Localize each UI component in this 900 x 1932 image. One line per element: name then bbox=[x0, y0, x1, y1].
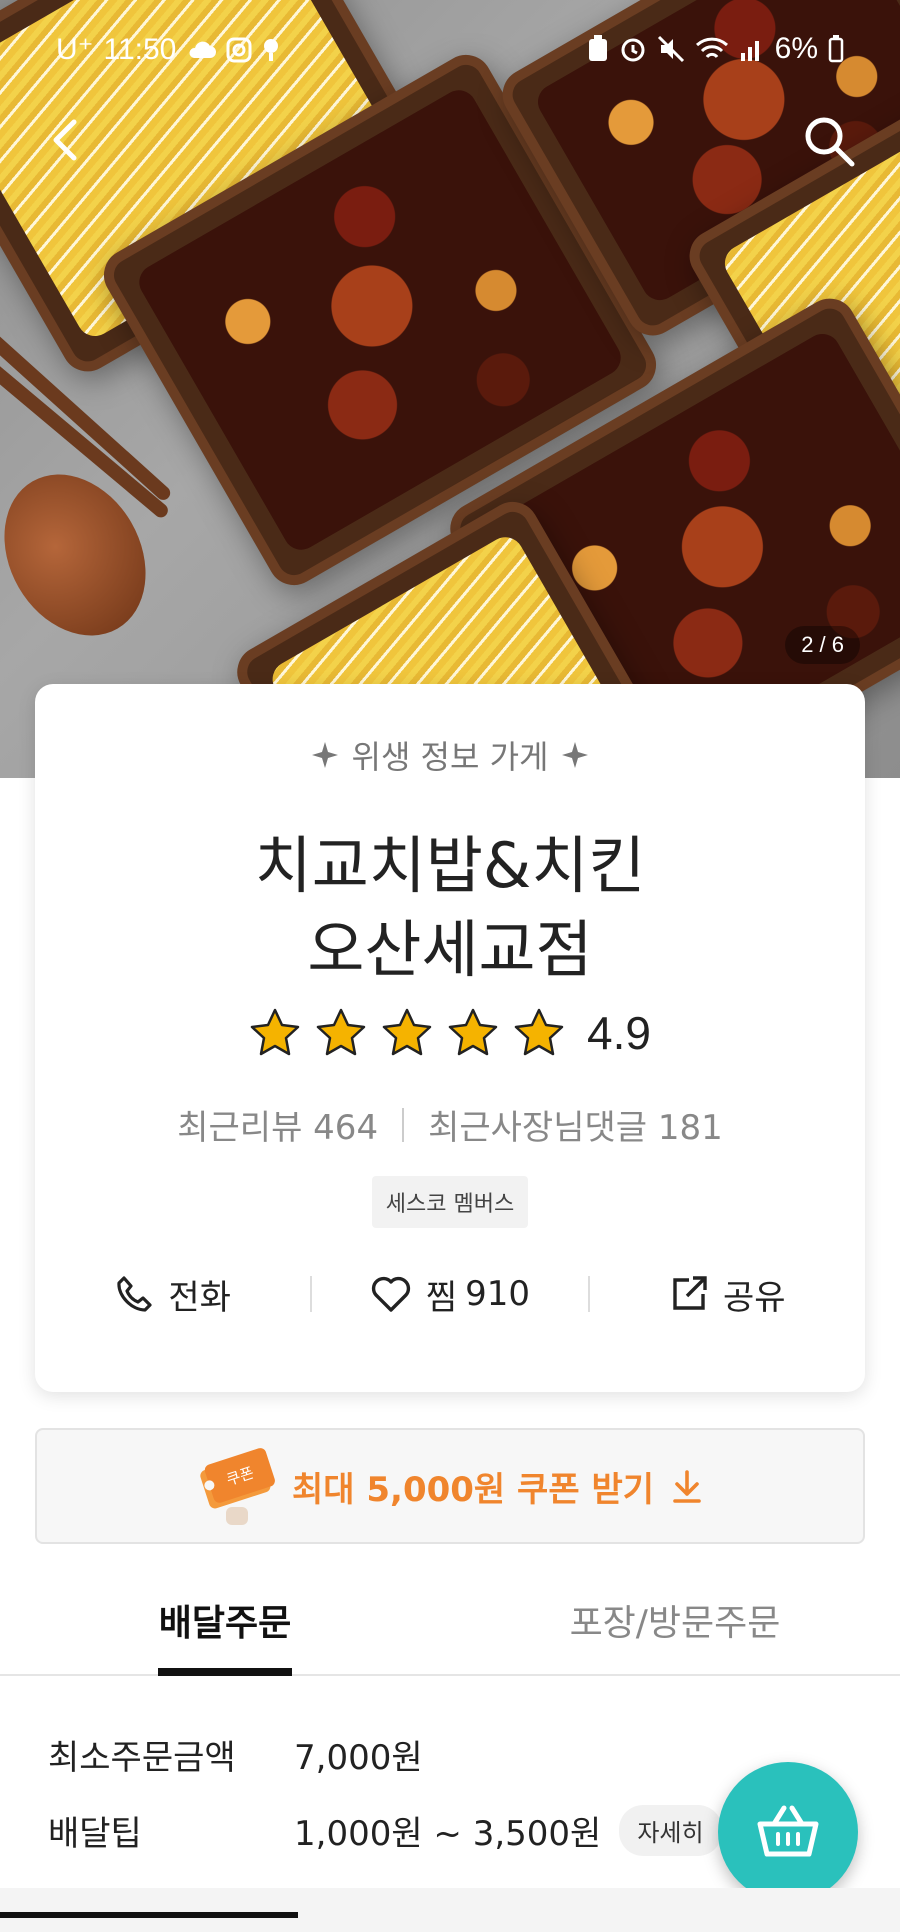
star-icon bbox=[316, 1008, 366, 1056]
download-arrow-icon bbox=[673, 1470, 701, 1503]
action-bar: 전화 찜 910 공유 bbox=[35, 1244, 865, 1344]
heart-icon bbox=[371, 1276, 410, 1312]
coupon-ticket-icon: 쿠폰 bbox=[200, 1448, 275, 1525]
delivery-tip-label: 배달팁 bbox=[48, 1813, 142, 1854]
review-counts: 최근리뷰 464 최근사장님댓글 181 bbox=[35, 1100, 865, 1149]
alarm-icon bbox=[621, 38, 645, 62]
carousel-page-indicator: 2 / 6 bbox=[785, 626, 860, 664]
share-button[interactable]: 공유 bbox=[590, 1244, 865, 1344]
rating-row: 4.9 bbox=[35, 1006, 865, 1060]
min-order-label: 최소주문금액 bbox=[48, 1737, 236, 1778]
cloud-icon bbox=[189, 41, 217, 58]
signal-icon bbox=[740, 41, 759, 61]
tab-pickup-order[interactable]: 포장/방문주문 bbox=[450, 1566, 900, 1674]
phone-icon bbox=[117, 1276, 152, 1312]
tab-delivery-order[interactable]: 배달주문 bbox=[0, 1566, 450, 1676]
tab-label: 포장/방문주문 bbox=[569, 1603, 781, 1644]
hygiene-text: 위생 정보 가게 bbox=[351, 738, 549, 776]
back-button[interactable] bbox=[40, 112, 96, 168]
tip-detail-button[interactable]: 자세히 bbox=[619, 1804, 722, 1856]
search-icon bbox=[805, 117, 855, 167]
basket-icon bbox=[757, 1805, 819, 1857]
wifi-icon bbox=[695, 37, 728, 59]
hero-image-carousel[interactable]: U⁺ 11:50 6% 2 / 6 bbox=[0, 0, 900, 778]
tab-label: 배달주문 bbox=[158, 1603, 292, 1644]
divider bbox=[402, 1107, 405, 1142]
owner-comments-link[interactable]: 최근사장님댓글 181 bbox=[428, 1100, 723, 1149]
min-order-row: 최소주문금액 7,000원 bbox=[48, 1716, 848, 1792]
like-count: 910 bbox=[465, 1274, 531, 1314]
delivery-tip-value: 1,000원 ~ 3,500원 bbox=[294, 1813, 602, 1854]
star-icon bbox=[448, 1008, 498, 1056]
tab-active-indicator bbox=[158, 1668, 292, 1676]
mute-icon bbox=[657, 35, 684, 63]
store-name: 치교치밥&치킨 오산세교점 bbox=[35, 824, 865, 992]
section-divider bbox=[0, 1888, 900, 1932]
notification-dot-icon bbox=[264, 38, 279, 61]
back-arrow-icon bbox=[53, 119, 77, 161]
carrier-label: U⁺ bbox=[56, 33, 94, 66]
store-name-line1: 치교치밥&치킨 bbox=[254, 829, 646, 902]
store-info-card: 위생 정보 가게 치교치밥&치킨 오산세교점 4.9 최근리뷰 464 최근사장… bbox=[35, 684, 865, 1392]
sparkle-icon bbox=[311, 742, 338, 768]
star-icon bbox=[382, 1008, 432, 1056]
battery-level: 6% bbox=[774, 32, 818, 65]
like-button[interactable]: 찜 910 bbox=[312, 1244, 587, 1344]
search-button[interactable] bbox=[800, 112, 860, 172]
battery-saver-icon bbox=[588, 35, 607, 61]
call-button[interactable]: 전화 bbox=[35, 1244, 310, 1344]
instagram-icon bbox=[226, 37, 252, 62]
battery-icon bbox=[828, 35, 844, 63]
share-label: 공유 bbox=[723, 1277, 786, 1318]
recent-reviews-link[interactable]: 최근리뷰 464 bbox=[177, 1100, 378, 1149]
clock: 11:50 bbox=[103, 32, 177, 66]
order-type-tabs: 배달주문 포장/방문주문 bbox=[0, 1566, 900, 1676]
coupon-text: 최대 5,000원 쿠폰 받기 bbox=[291, 1469, 654, 1510]
cart-button[interactable] bbox=[718, 1762, 858, 1902]
star-icon bbox=[514, 1008, 564, 1056]
share-icon bbox=[673, 1276, 707, 1310]
min-order-value: 7,000원 bbox=[294, 1737, 423, 1778]
hygiene-info-label[interactable]: 위생 정보 가게 bbox=[35, 732, 865, 778]
star-icon bbox=[250, 1008, 300, 1056]
call-label: 전화 bbox=[168, 1277, 231, 1318]
coupon-download-button[interactable]: 쿠폰 최대 5,000원 쿠폰 받기 bbox=[35, 1428, 865, 1544]
scroll-indicator bbox=[0, 1912, 298, 1918]
status-bar: U⁺ 11:50 6% bbox=[0, 0, 900, 100]
cesco-members-badge: 세스코 멤버스 bbox=[371, 1176, 529, 1228]
like-label: 찜 bbox=[425, 1277, 458, 1318]
store-name-line2: 오산세교점 bbox=[307, 913, 593, 986]
sparkle-icon bbox=[562, 742, 589, 768]
rating-value: 4.9 bbox=[587, 1007, 651, 1059]
